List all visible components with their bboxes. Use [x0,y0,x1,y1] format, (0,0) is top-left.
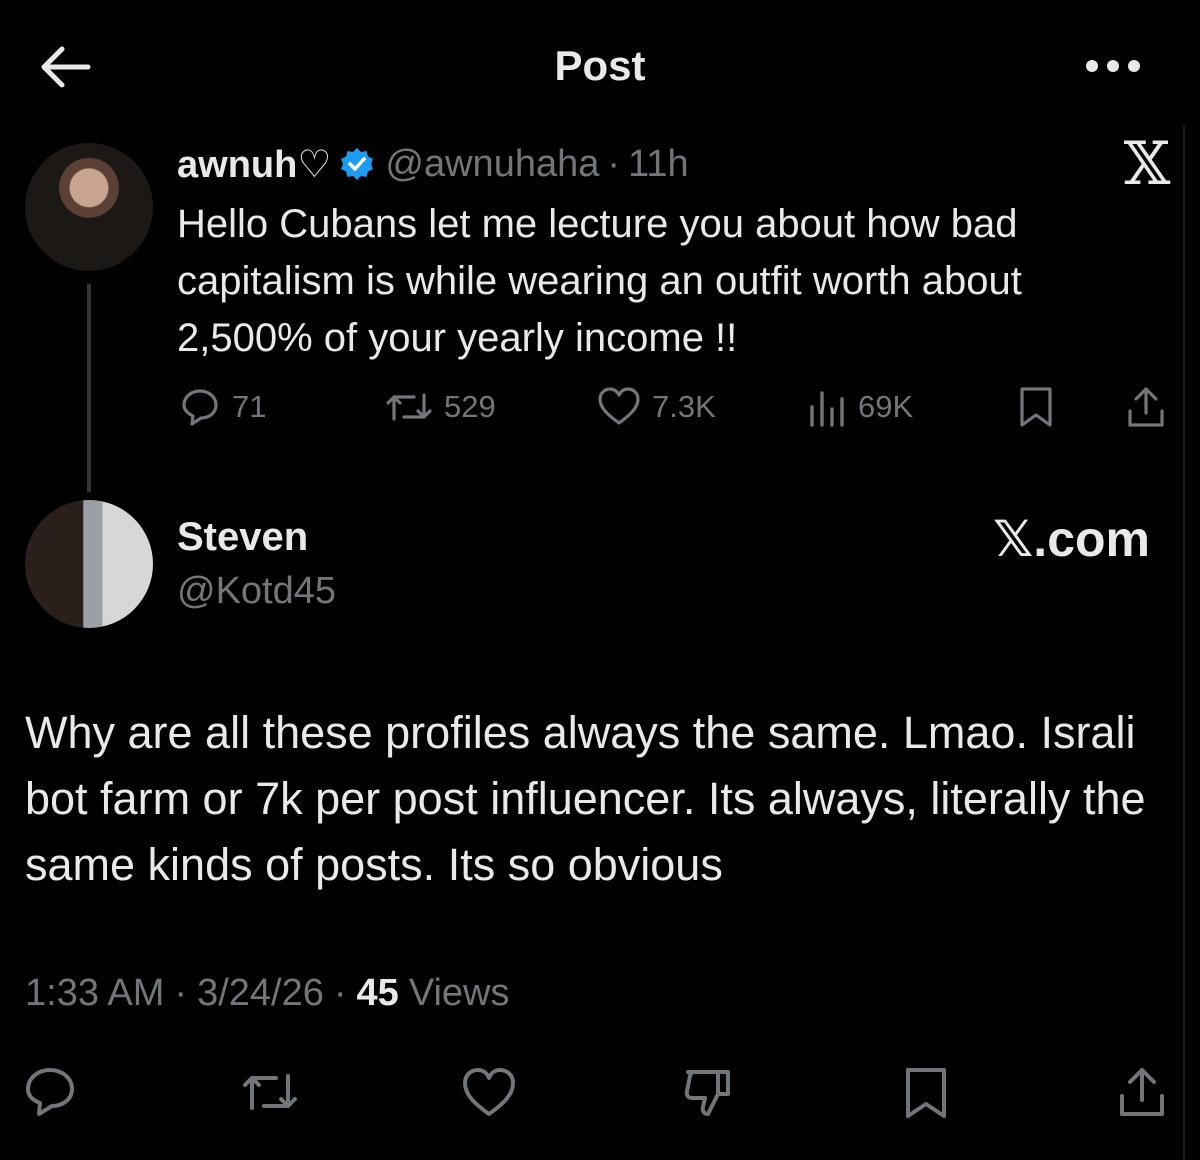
quoted-post-text: Hello Cubans let me lecture you about ho… [177,202,1022,360]
reply-icon [182,389,218,426]
heart-icon [598,387,640,425]
reply-display-name[interactable]: Steven [177,515,308,560]
back-button[interactable] [38,42,92,92]
repost-button[interactable] [240,1064,297,1120]
share-action[interactable] [1124,384,1168,430]
avatar-awnuh[interactable] [25,143,153,271]
reply-button[interactable] [22,1064,78,1120]
like-action[interactable]: 7.3K [596,384,716,430]
share-icon [1128,387,1164,427]
views-action[interactable]: 69K [806,384,913,430]
scroll-rail [1183,125,1185,1160]
reply-handle[interactable]: @Kotd45 [177,570,336,613]
separator-dot: · [333,972,347,1014]
bookmark-action[interactable] [1016,384,1056,430]
avatar-steven[interactable] [25,500,153,628]
page-title: Post [554,42,646,89]
post-views-count[interactable]: 45 [357,972,399,1015]
reply-icon [26,1068,74,1116]
bookmark-icon [906,1068,946,1118]
separator-dot: · [174,972,188,1014]
bookmark-icon [1020,387,1052,427]
more-button[interactable] [1082,52,1144,80]
thumbs-down-icon [684,1070,730,1116]
quoted-author-row: awnuh♡ @awnuhaha · 11h [177,140,689,188]
share-icon [1120,1068,1164,1116]
separator-dot: · [607,142,621,185]
quoted-handle[interactable]: @awnuhaha [385,143,599,186]
quoted-timestamp[interactable]: 11h [628,143,689,186]
repost-count: 529 [444,389,496,424]
x-logo-watermark: 𝕏 [1123,129,1171,199]
heart-icon [463,1068,515,1116]
reply-post-text: Why are all these profiles always the sa… [25,707,1146,890]
like-count: 7.3K [652,389,716,424]
downvote-button[interactable] [680,1064,736,1120]
repost-action[interactable]: 529 [384,384,496,430]
post-date[interactable]: 3/24/26 [197,972,324,1015]
share-button[interactable] [1114,1064,1170,1120]
repost-icon [243,1074,297,1110]
more-horizontal-icon [1086,60,1140,72]
post-metadata: 1:33 AM · 3/24/26 · 45 Views [25,972,510,1015]
arrow-left-icon [41,46,91,88]
verified-badge-icon [339,146,375,182]
bookmark-button[interactable] [898,1064,954,1120]
reply-count: 71 [232,389,267,424]
quoted-display-name[interactable]: awnuh♡ [177,142,331,187]
post-views-label: Views [408,972,510,1014]
repost-icon [386,393,432,421]
like-button[interactable] [460,1064,516,1120]
post-time[interactable]: 1:33 AM [25,972,164,1015]
x-com-watermark: 𝕏.com [993,511,1150,567]
thread-line [87,284,91,492]
analytics-icon [810,391,844,427]
views-count: 69K [858,389,914,424]
reply-action[interactable]: 71 [178,384,266,430]
